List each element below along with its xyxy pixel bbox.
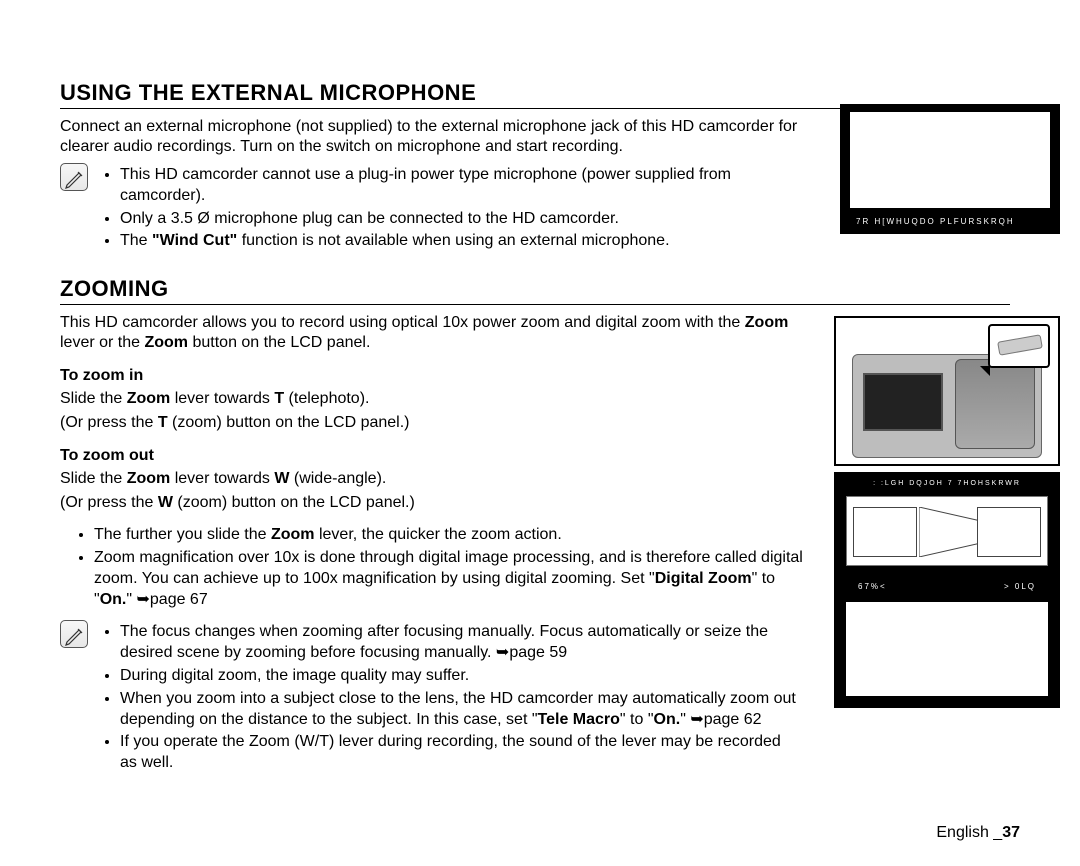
page-footer: English _37	[936, 824, 1020, 842]
note-item: The focus changes when zooming after foc…	[120, 622, 800, 664]
figure-label-min: > 0LQ	[1004, 582, 1036, 591]
zoom-bullet: Zoom magnification over 10x is done thro…	[94, 548, 814, 610]
figure-screen-lower	[846, 602, 1048, 696]
figure-labels-bottom: 67%< > 0LQ	[836, 582, 1058, 591]
figure-zoom-camcorder	[834, 316, 1060, 466]
note-list-external-mic: This HD camcorder cannot use a plug-in p…	[100, 165, 800, 254]
camcorder-screen	[863, 373, 943, 431]
note-icon	[60, 163, 88, 191]
zoom-diagram	[846, 496, 1048, 566]
figure-screen	[850, 112, 1050, 208]
figure-zoom-diagram: : :LGH DQJOH 7 7HOHSKRWR 67%< > 0LQ	[834, 472, 1060, 708]
heading-zooming: ZOOMING	[60, 276, 1010, 305]
wide-angle-icon	[853, 507, 917, 557]
note-item: When you zoom into a subject close to th…	[120, 689, 800, 731]
footer-page-number: 37	[1002, 824, 1020, 841]
note-icon	[60, 620, 88, 648]
note-item: This HD camcorder cannot use a plug-in p…	[120, 165, 800, 207]
intro-external-mic: Connect an external microphone (not supp…	[60, 117, 800, 157]
figure-caption-top: : :LGH DQJOH 7 7HOHSKRWR	[836, 480, 1058, 487]
zoom-out-line2: (Or press the W (zoom) button on the LCD…	[60, 493, 800, 513]
zoom-in-line1: Slide the Zoom lever towards T (telephot…	[60, 389, 800, 409]
footer-language: English _	[936, 824, 1002, 841]
note-item: During digital zoom, the image quality m…	[120, 666, 800, 687]
note-block-zoom: The focus changes when zooming after foc…	[60, 620, 800, 780]
note-list-zoom: The focus changes when zooming after foc…	[100, 622, 800, 776]
figure-caption: 7R H[WHUQDO PLFURSKRQH	[856, 217, 1015, 226]
figure-label-stby: 67%<	[858, 582, 887, 591]
zoom-bullet: The further you slide the Zoom lever, th…	[94, 525, 814, 546]
camcorder-lens	[955, 359, 1035, 449]
intro-zooming: This HD camcorder allows you to record u…	[60, 313, 800, 353]
zoom-lever-icon	[997, 334, 1043, 355]
note-block-external-mic: This HD camcorder cannot use a plug-in p…	[60, 163, 800, 258]
note-item: Only a 3.5 Ø microphone plug can be conn…	[120, 209, 800, 230]
zoom-out-line1: Slide the Zoom lever towards W (wide-ang…	[60, 469, 800, 489]
zoom-in-line2: (Or press the T (zoom) button on the LCD…	[60, 413, 800, 433]
zoom-trapezoid-icon	[919, 507, 981, 557]
telephoto-icon	[977, 507, 1041, 557]
figure-external-mic: 7R H[WHUQDO PLFURSKRQH	[840, 104, 1060, 234]
note-item: If you operate the Zoom (W/T) lever duri…	[120, 732, 800, 774]
zoom-lever-callout	[988, 324, 1050, 368]
camcorder-icon	[852, 354, 1042, 458]
note-item: The "Wind Cut" function is not available…	[120, 231, 800, 252]
